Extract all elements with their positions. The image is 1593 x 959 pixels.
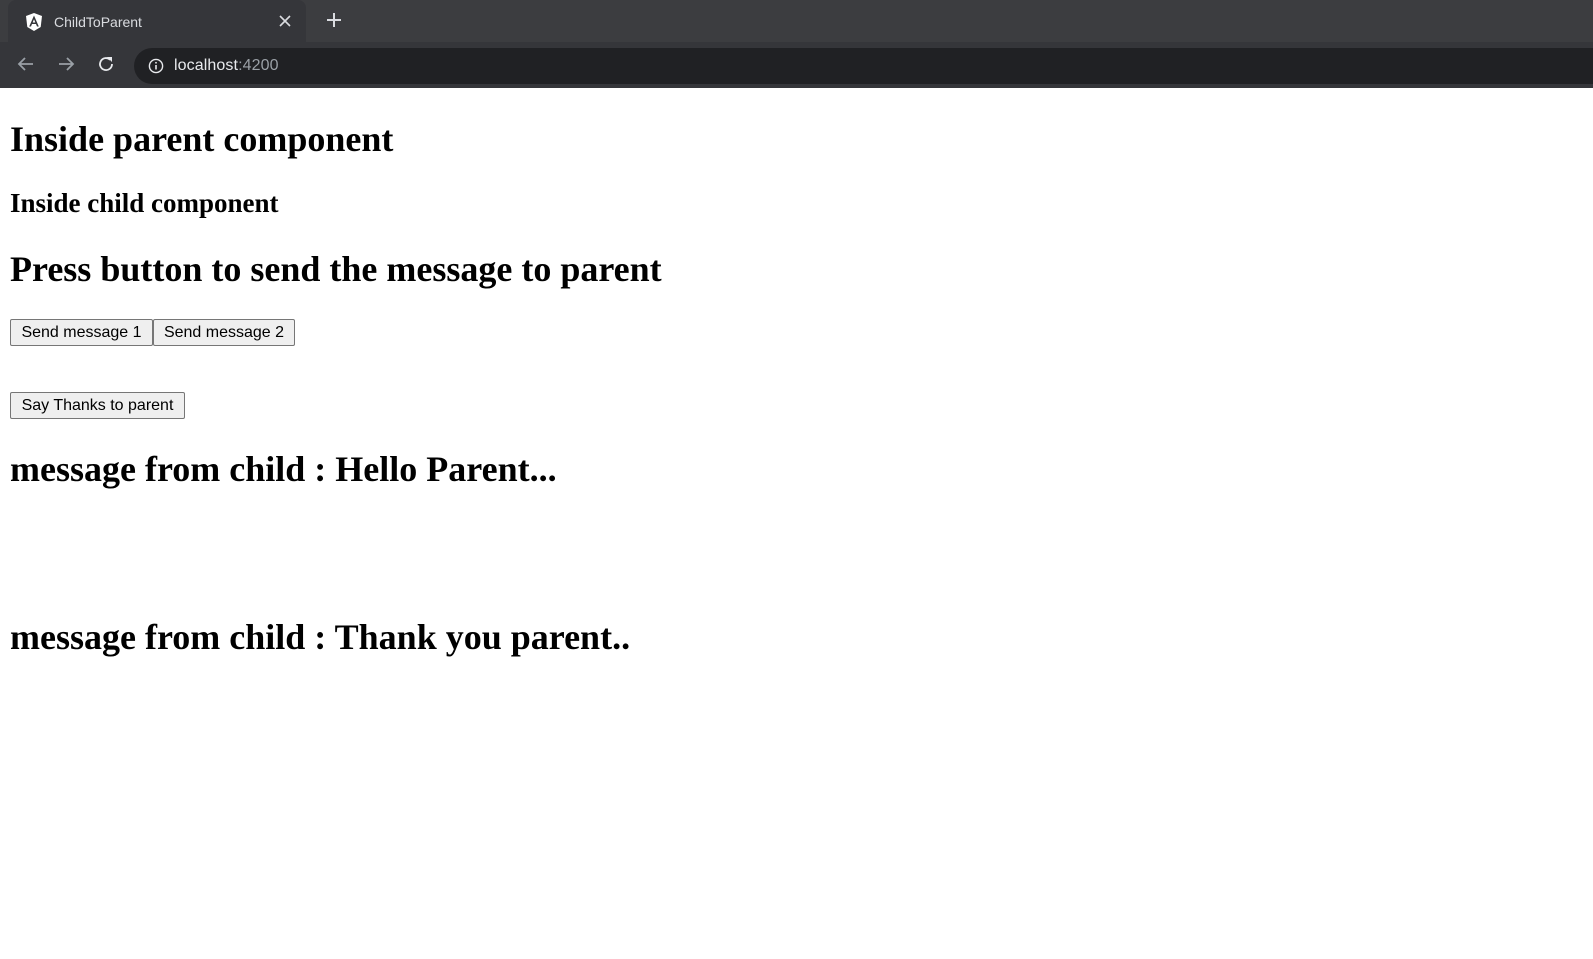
message-thanks: message from child : Thank you parent.. bbox=[10, 617, 631, 657]
arrow-left-icon bbox=[17, 55, 35, 77]
parent-heading: Inside parent component bbox=[10, 119, 394, 159]
info-icon[interactable] bbox=[148, 58, 164, 74]
browser-tab[interactable]: ChildToParent bbox=[8, 0, 306, 44]
send-message-2-button[interactable]: Send message 2 bbox=[153, 319, 295, 346]
tab-title: ChildToParent bbox=[54, 14, 142, 30]
close-icon[interactable] bbox=[276, 12, 294, 30]
browser-toolbar: localhost:4200 bbox=[0, 44, 1593, 88]
page-content: Inside parent component Inside child com… bbox=[0, 88, 1593, 959]
send-message-1-button[interactable]: Send message 1 bbox=[10, 319, 153, 346]
tab-strip: ChildToParent bbox=[0, 0, 1593, 44]
plus-icon bbox=[326, 12, 342, 32]
url-host: localhost bbox=[174, 57, 239, 74]
address-bar[interactable]: localhost:4200 bbox=[134, 48, 1593, 84]
browser-chrome: ChildToParent localhost:4200 bbox=[0, 0, 1593, 88]
message-hello: message from child : Hello Parent... bbox=[10, 449, 557, 489]
url-text[interactable]: localhost:4200 bbox=[174, 57, 279, 75]
arrow-right-icon bbox=[57, 55, 75, 77]
forward-button[interactable] bbox=[52, 52, 80, 80]
angular-logo-icon bbox=[24, 12, 44, 32]
back-button[interactable] bbox=[12, 52, 40, 80]
new-tab-button[interactable] bbox=[320, 8, 348, 36]
instruction-heading: Press button to send the message to pare… bbox=[10, 249, 662, 289]
url-port: :4200 bbox=[238, 57, 279, 74]
reload-button[interactable] bbox=[92, 52, 120, 80]
say-thanks-button[interactable]: Say Thanks to parent bbox=[10, 392, 185, 419]
reload-icon bbox=[97, 55, 115, 77]
child-heading: Inside child component bbox=[10, 188, 279, 218]
